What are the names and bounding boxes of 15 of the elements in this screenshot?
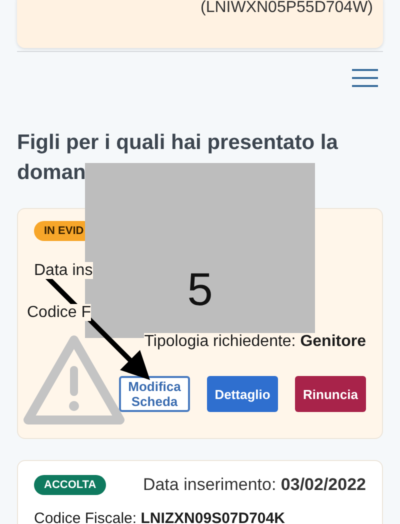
menu-icon [352,68,378,88]
action-button[interactable]: Rinuncia [295,376,366,412]
date-text: Data ins [34,262,93,279]
section-title: Figli per i quali hai presentato la [17,130,338,156]
menu-button[interactable] [352,68,378,88]
fiscal-code-text: Codice F [27,304,92,321]
applicant-type-text: Tipologia richiedente: Genitore [144,333,366,350]
date-text: Data inserimento: 03/02/2022 [142,475,366,495]
action-button[interactable]: Dettaglio [207,376,278,412]
fiscal-code: (LNIWXN05P55D704W) [200,0,373,18]
fiscal-code-text: Codice Fiscale: LNIZXN09S07D704K [34,510,285,524]
action-button[interactable]: Modifica Scheda [119,376,190,412]
section-title: doman [17,160,86,186]
annotation-number: 5 [187,262,213,312]
status-badge: ACCOLTA [34,475,106,495]
